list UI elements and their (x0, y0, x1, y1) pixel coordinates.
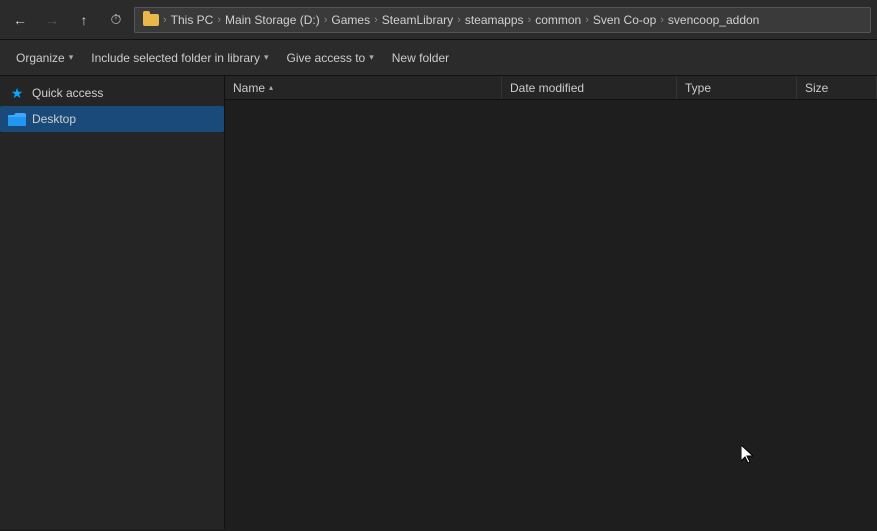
give-access-button[interactable]: Give access to ▾ (279, 45, 382, 71)
col-header-type[interactable]: Type (677, 76, 797, 99)
up-button[interactable]: ↑ (70, 6, 98, 34)
quick-access-star-icon: ★ (8, 84, 26, 102)
breadcrumb-common[interactable]: common (535, 13, 581, 27)
toolbar: Organize ▾ Include selected folder in li… (0, 40, 877, 76)
include-library-label: Include selected folder in library (91, 51, 260, 65)
sidebar: ★ Quick access Desktop (0, 76, 225, 529)
col-date-label: Date modified (510, 81, 584, 95)
quick-access-label: Quick access (32, 86, 103, 100)
main-layout: ★ Quick access Desktop Name ▴ Date m (0, 76, 877, 529)
breadcrumb-addon[interactable]: svencoop_addon (668, 13, 759, 27)
forward-icon: → (45, 12, 59, 28)
desktop-label: Desktop (32, 112, 76, 126)
nav-bar: ← → ↑ ⏱ › This PC › Main Storage (D:) › … (0, 0, 877, 40)
organize-label: Organize (16, 51, 65, 65)
col-header-name[interactable]: Name ▴ (225, 76, 502, 99)
up-icon: ↑ (81, 12, 88, 28)
include-library-chevron-icon: ▾ (264, 52, 269, 63)
organize-button[interactable]: Organize ▾ (8, 45, 81, 71)
content-area: Name ▴ Date modified Type Size (225, 76, 877, 529)
col-header-date[interactable]: Date modified (502, 76, 677, 99)
breadcrumb-thispc[interactable]: This PC (171, 13, 214, 27)
col-name-label: Name (233, 81, 265, 95)
column-headers: Name ▴ Date modified Type Size (225, 76, 877, 100)
recent-button[interactable]: ⏱ (102, 6, 130, 34)
recent-icon: ⏱ (111, 11, 122, 28)
back-icon: ← (13, 12, 27, 28)
breadcrumb-folder-icon (143, 14, 159, 26)
sort-asc-icon: ▴ (269, 83, 273, 92)
back-button[interactable]: ← (6, 6, 34, 34)
breadcrumb-steamapps[interactable]: steamapps (465, 13, 524, 27)
include-library-button[interactable]: Include selected folder in library ▾ (83, 45, 276, 71)
breadcrumb-games[interactable]: Games (331, 13, 370, 27)
breadcrumb-steamlibrary[interactable]: SteamLibrary (382, 13, 453, 27)
new-folder-label: New folder (392, 51, 449, 65)
breadcrumb-drive[interactable]: Main Storage (D:) (225, 13, 320, 27)
organize-chevron-icon: ▾ (69, 52, 74, 63)
col-type-label: Type (685, 81, 711, 95)
col-size-label: Size (805, 81, 828, 95)
col-header-size[interactable]: Size (797, 76, 877, 99)
give-access-chevron-icon: ▾ (369, 52, 374, 63)
forward-button[interactable]: → (38, 6, 66, 34)
breadcrumb[interactable]: › This PC › Main Storage (D:) › Games › … (134, 7, 871, 33)
sidebar-item-desktop[interactable]: Desktop (0, 106, 224, 132)
give-access-label: Give access to (287, 51, 366, 65)
sidebar-item-quick-access[interactable]: ★ Quick access (0, 80, 224, 106)
file-list[interactable] (225, 100, 877, 529)
desktop-folder-icon (8, 110, 26, 128)
breadcrumb-svencoop[interactable]: Sven Co-op (593, 13, 656, 27)
new-folder-button[interactable]: New folder (384, 45, 457, 71)
